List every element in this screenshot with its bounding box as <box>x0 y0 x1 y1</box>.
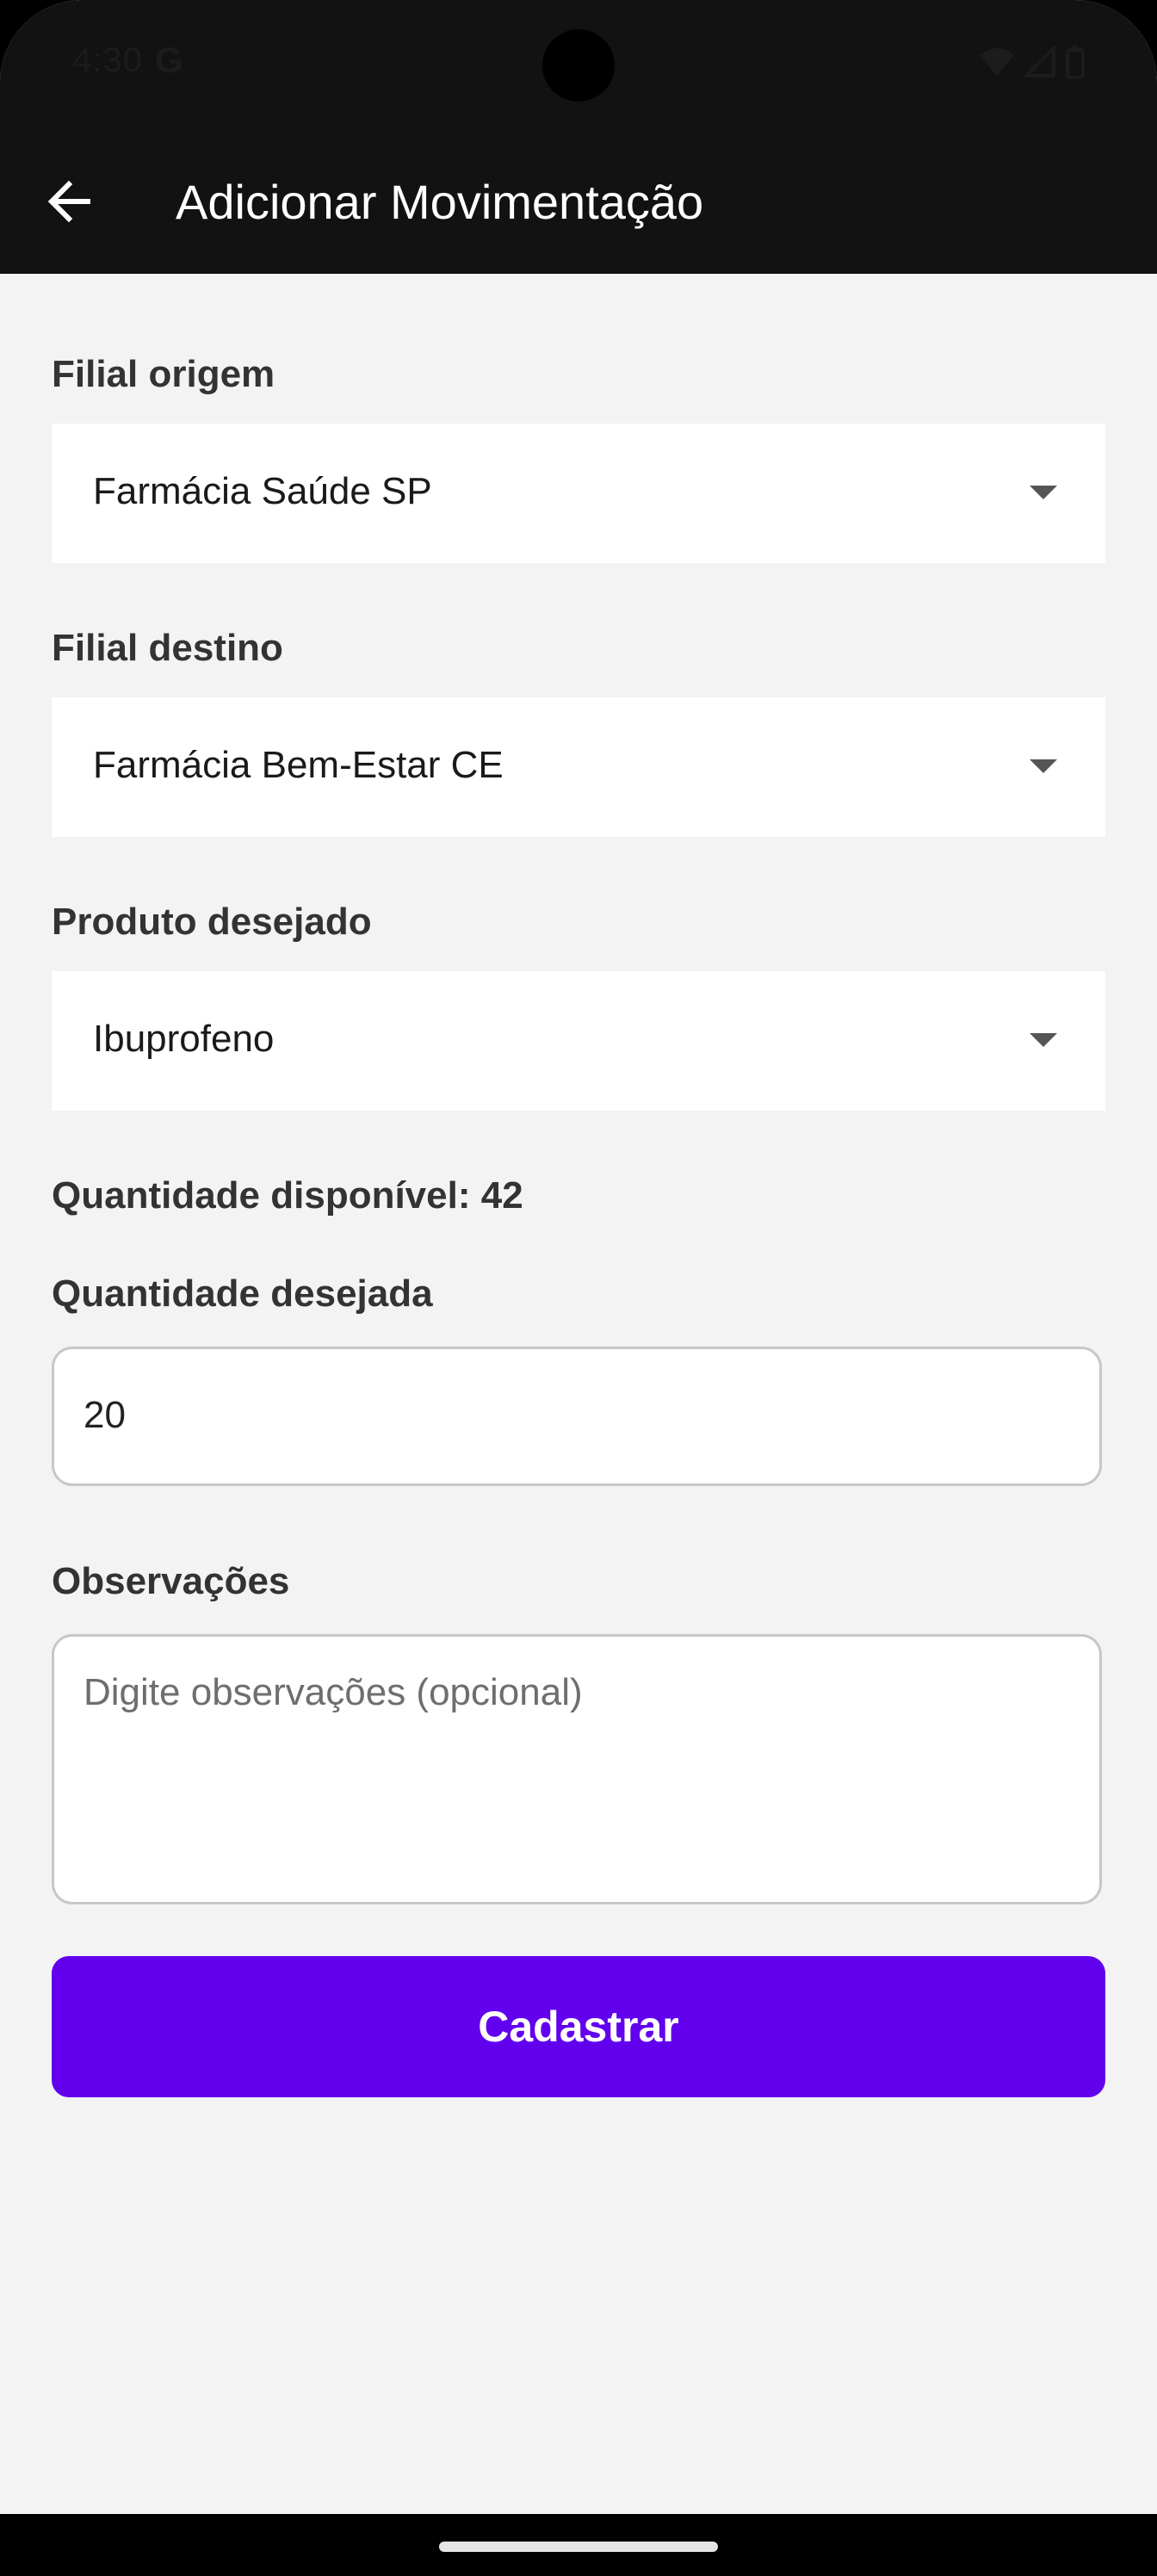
status-bar: 4:30 G <box>0 0 1157 129</box>
status-time: 4:30 <box>72 41 143 79</box>
destination-value: Farmácia Bem-Estar CE <box>93 744 504 786</box>
arrow-left-icon <box>47 180 90 223</box>
google-icon: G <box>155 40 183 80</box>
wifi-icon <box>980 48 1014 76</box>
origin-dropdown[interactable]: Farmácia Saúde SP <box>52 424 1105 563</box>
app-screen: 4:30 G Adicionar Movimentação Filial ori… <box>0 0 1157 2514</box>
notes-label: Observações <box>52 1560 290 1602</box>
product-label: Produto desejado <box>52 901 372 943</box>
chevron-down-icon <box>1030 1033 1057 1047</box>
origin-label: Filial origem <box>52 353 275 395</box>
desired-quantity-input[interactable]: 20 <box>52 1347 1102 1486</box>
product-dropdown[interactable]: Ibuprofeno <box>52 971 1105 1111</box>
desired-quantity-label: Quantidade desejada <box>52 1273 433 1315</box>
camera-cutout <box>542 29 615 102</box>
chevron-down-icon <box>1030 759 1057 773</box>
destination-dropdown[interactable]: Farmácia Bem-Estar CE <box>52 697 1105 837</box>
notes-placeholder: Digite observações (opcional) <box>84 1671 583 1713</box>
origin-value: Farmácia Saúde SP <box>93 470 432 512</box>
gesture-nav-handle[interactable] <box>439 2542 718 2552</box>
destination-label: Filial destino <box>52 627 283 669</box>
cell-signal-icon <box>1024 46 1055 77</box>
page-title: Adicionar Movimentação <box>176 175 704 229</box>
battery-icon <box>1066 46 1085 79</box>
status-icons <box>978 45 1086 79</box>
submit-button[interactable]: Cadastrar <box>52 1956 1105 2097</box>
notes-textarea[interactable]: Digite observações (opcional) <box>52 1634 1102 1904</box>
app-bar: Adicionar Movimentação <box>0 129 1157 274</box>
product-value: Ibuprofeno <box>93 1018 275 1060</box>
back-button[interactable] <box>34 167 103 236</box>
available-quantity-text: Quantidade disponível: 42 <box>52 1174 523 1217</box>
chevron-down-icon <box>1030 486 1057 499</box>
desired-quantity-value: 20 <box>84 1394 126 1436</box>
